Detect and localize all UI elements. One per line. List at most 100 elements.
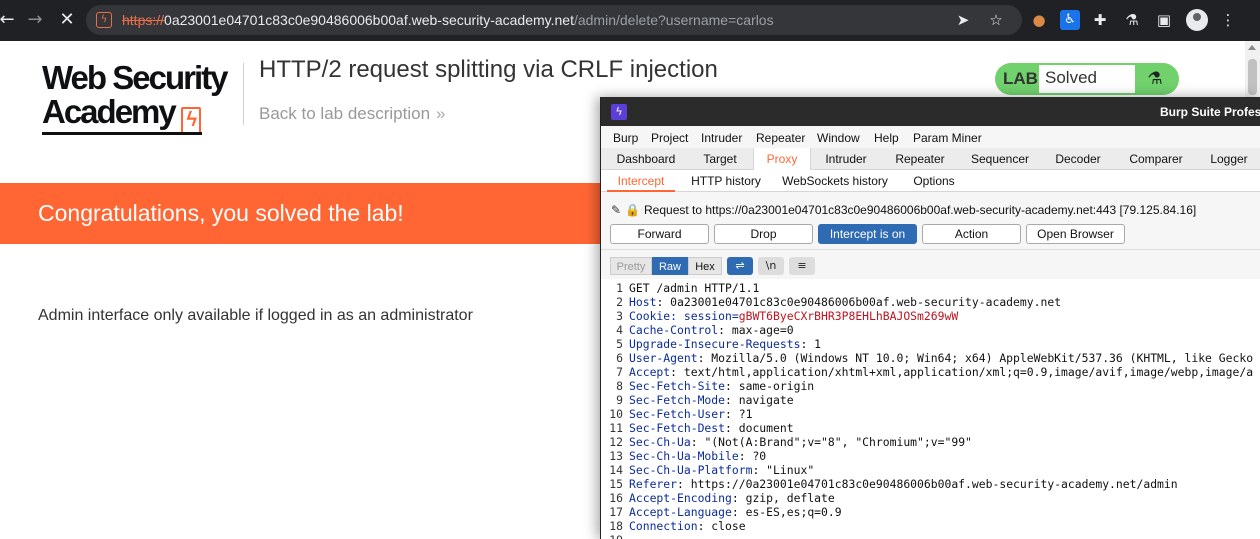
menu-help[interactable]: Help [874,131,899,145]
editor-line[interactable]: 1 GET /admin HTTP/1.1 [601,281,1260,295]
menu-param-miner[interactable]: Param Miner [913,131,982,145]
header-value: Mozilla/5.0 (Windows NT 10.0; Win64; x64… [711,351,1254,365]
header-name: User-Agent [629,351,698,365]
line-number: 9 [616,393,623,407]
proxy-sub-tabs: Intercept HTTP history WebSockets histor… [601,170,1260,192]
menu-repeater[interactable]: Repeater [756,131,805,145]
tab-raw[interactable]: Raw [652,257,688,275]
line-number: 11 [609,421,623,435]
menu-project[interactable]: Project [651,131,688,145]
back-to-lab-description-link[interactable]: Back to lab description » [259,104,446,124]
editor-line[interactable]: 12 Sec-Ch-Ua: "(Not(A:Brand";v="8", "Chro… [601,435,1260,449]
tab-proxy[interactable]: Proxy [753,148,811,170]
tab-sequencer[interactable]: Sequencer [959,148,1041,170]
tab-logger[interactable]: Logger [1197,148,1260,170]
tab-comparer[interactable]: Comparer [1115,148,1197,170]
not-secure-icon[interactable]: ϟ [96,12,112,28]
star-icon[interactable]: ☆ [987,11,1005,29]
send-icon[interactable]: ➤ [954,11,972,29]
editor-line[interactable]: 15 Referer: https://0a23001e04701c83c0e90… [601,477,1260,491]
editor-line[interactable]: 10 Sec-Fetch-User: ?1 [601,407,1260,421]
tab-target[interactable]: Target [687,148,753,170]
header-separator: : [677,477,691,491]
tab-dashboard[interactable]: Dashboard [605,148,687,170]
scroll-up-icon[interactable] [1248,45,1256,50]
double-chevron-right-icon: » [436,104,446,123]
browser-toolbar: ← → ✕ ϟ https://0a23001e04701c83c0e90486… [0,0,1260,41]
word-wrap-icon[interactable]: ⇌ [727,257,753,275]
header-name: Sec-Ch-Ua [629,435,691,449]
editor-line[interactable]: 9 Sec-Fetch-Mode: navigate [601,393,1260,407]
header-name: Accept [629,365,671,379]
sidebar-icon[interactable]: ▣ [1154,10,1174,30]
profile-icon[interactable] [1186,9,1208,31]
editor-line[interactable]: 18 Connection: close [601,519,1260,533]
editor-line[interactable]: 16 Accept-Encoding: gzip, deflate [601,491,1260,505]
drop-button[interactable]: Drop [714,224,813,244]
line-content: Accept-Encoding: gzip, deflate [629,491,835,505]
line-content: Accept: text/html,application/xhtml+xml,… [629,365,1253,379]
menu-window[interactable]: Window [817,131,860,145]
puzzle-icon[interactable]: ✚ [1090,10,1110,30]
burp-tool-tabs: Dashboard Target Proxy Intruder Repeater… [601,148,1260,170]
burp-title-bar: ϟ Burp Suite Profess [601,97,1260,126]
editor-line[interactable]: 19 [601,533,1260,539]
editor-line[interactable]: 13 Sec-Ch-Ua-Mobile: ?0 [601,449,1260,463]
web-security-academy-logo[interactable]: Web Security Academy ϟ [42,61,242,135]
cookie-icon[interactable]: ● [1029,10,1049,30]
tab-intercept[interactable]: Intercept [607,170,675,192]
line-number: 6 [616,351,623,365]
pencil-icon[interactable]: ✎ [611,203,621,217]
header-value: text/html,application/xhtml+xml,applicat… [683,365,1254,379]
header-separator: : [752,463,767,477]
forward-button[interactable]: Forward [610,224,709,244]
scrollbar-thumb[interactable] [1248,59,1257,95]
editor-line[interactable]: 17 Accept-Language: es-ES,es;q=0.9 [601,505,1260,519]
action-button[interactable]: Action [922,224,1021,244]
editor-line[interactable]: 3 Cookie: session=gBWT6ByeCXrBHR3P8EHLhBA… [601,309,1260,323]
line-content: Connection: close [629,519,746,533]
menu-intruder[interactable]: Intruder [701,131,742,145]
header-value: same-origin [738,379,815,393]
url-text[interactable]: https://0a23001e04701c83c0e90486006b00af… [122,12,774,28]
open-browser-button[interactable]: Open Browser [1026,224,1125,244]
screen: ← → ✕ ϟ https://0a23001e04701c83c0e90486… [0,0,1260,539]
editor-line[interactable]: 4 Cache-Control: max-age=0 [601,323,1260,337]
header-value: 1 [814,337,822,351]
line-content: User-Agent: Mozilla/5.0 (Windows NT 10.0… [629,351,1253,365]
header-separator: : [800,337,815,351]
editor-line[interactable]: 2 Host: 0a23001e04701c83c0e90486006b00af.… [601,295,1260,309]
header-value: GET /admin HTTP/1.1 [629,281,760,295]
editor-line[interactable]: 7 Accept: text/html,application/xhtml+xml… [601,365,1260,379]
forward-arrow-icon[interactable]: → [24,9,46,31]
editor-line[interactable]: 6 User-Agent: Mozilla/5.0 (Windows NT 10.… [601,351,1260,365]
menu-burp[interactable]: Burp [613,131,638,145]
line-number: 15 [609,477,623,491]
flask-icon[interactable]: ⚗ [1122,10,1142,30]
request-editor[interactable]: 1 GET /admin HTTP/1.1 2 Host: 0a23001e04701… [601,279,1260,539]
accessibility-icon[interactable]: ♿ [1060,10,1080,30]
tab-hex[interactable]: Hex [688,257,722,275]
editor-line[interactable]: 11 Sec-Fetch-Dest: document [601,421,1260,435]
tab-pretty[interactable]: Pretty [610,257,652,275]
editor-menu-icon[interactable]: ≡ [789,257,815,275]
show-newlines-icon[interactable]: \n [758,257,784,275]
tab-websockets-history[interactable]: WebSockets history [779,170,891,192]
tab-repeater[interactable]: Repeater [881,148,959,170]
tab-intruder[interactable]: Intruder [811,148,881,170]
intercept-toggle-button[interactable]: Intercept is on [818,224,917,244]
line-number: 8 [616,379,623,393]
back-arrow-icon[interactable]: ← [0,9,18,31]
editor-line[interactable]: 5 Upgrade-Insecure-Requests: 1 [601,337,1260,351]
editor-line[interactable]: 8 Sec-Fetch-Site: same-origin [601,379,1260,393]
tab-options[interactable]: Options [905,170,963,192]
stop-loading-icon[interactable]: ✕ [56,9,78,31]
header-value: https://0a23001e04701c83c0e90486006b00af… [690,477,1178,491]
address-bar[interactable]: ϟ https://0a23001e04701c83c0e90486006b00… [86,5,1022,35]
header-separator: : [697,351,712,365]
tab-http-history[interactable]: HTTP history [685,170,767,192]
tab-decoder[interactable]: Decoder [1041,148,1115,170]
url-path: /admin/delete?username=carlos [573,12,774,28]
kebab-menu-icon[interactable]: ⋮ [1218,10,1238,30]
editor-line[interactable]: 14 Sec-Ch-Ua-Platform: "Linux" [601,463,1260,477]
